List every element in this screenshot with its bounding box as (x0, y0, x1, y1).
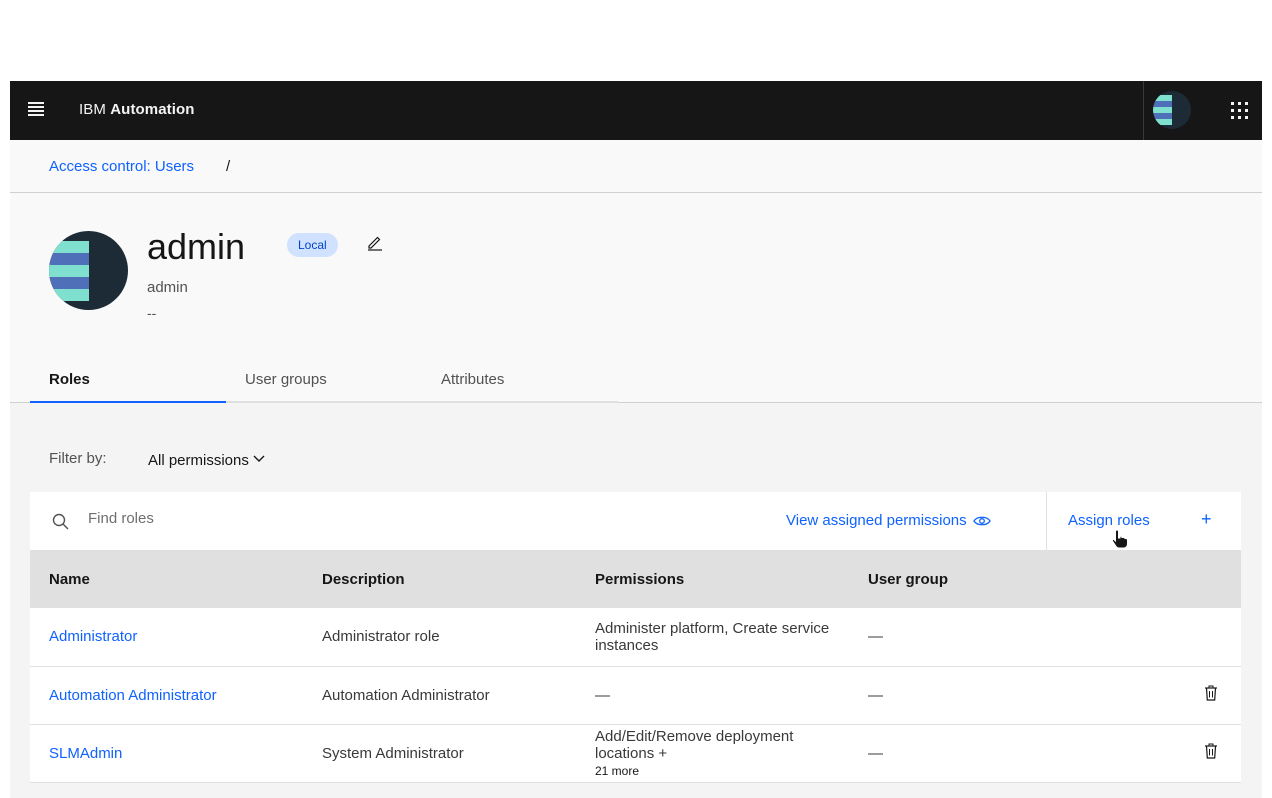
pencil-edit-icon[interactable] (366, 233, 386, 253)
filter-bar: Filter by: All permissions (49, 450, 265, 469)
role-permissions: Add/Edit/Remove deployment locations + (595, 728, 794, 762)
role-description: Automation Administrator (322, 686, 490, 704)
row-actions (1181, 666, 1241, 724)
filter-value: All permissions (148, 452, 249, 469)
view-assigned-permissions-link[interactable]: View assigned permissions (786, 512, 991, 529)
role-user-group: — (868, 744, 883, 762)
more-permissions-link[interactable]: 21 more (595, 764, 849, 778)
header-divider (1143, 81, 1144, 140)
assign-roles-label: Assign roles (1068, 512, 1150, 529)
role-name-link[interactable]: Administrator (30, 608, 303, 666)
column-header-description: Description (322, 570, 405, 588)
assign-roles-button[interactable]: Assign roles + (1047, 492, 1241, 550)
table-row: Automation Administrator Automation Admi… (30, 666, 1241, 724)
breadcrumb-separator: / (226, 158, 231, 175)
user-type-badge: Local (287, 233, 338, 257)
tab-user-groups[interactable]: User groups (226, 361, 422, 403)
role-permissions-cell: Add/Edit/Remove deployment locations + 21… (576, 724, 849, 782)
tab-roles[interactable]: Roles (30, 361, 226, 403)
table-row: SLMAdmin System Administrator Add/Edit/R… (30, 724, 1241, 782)
user-email: admin (147, 279, 188, 296)
table-row: Administrator Administrator role Adminis… (30, 608, 1241, 666)
user-detail-empty: -- (147, 305, 157, 321)
user-header: admin Local admin -- Roles User groups A… (10, 193, 1262, 403)
user-avatar-menu[interactable] (1153, 91, 1191, 129)
column-header-name: Name (49, 570, 90, 588)
column-header-actions (1181, 550, 1241, 608)
hamburger-menu-icon[interactable] (26, 100, 48, 122)
table-header-row: Name Description Permissions User group (30, 550, 1241, 608)
breadcrumb-link-users[interactable]: Access control: Users (49, 158, 194, 175)
mouse-pointer-icon (1111, 529, 1128, 549)
trash-icon[interactable] (1203, 685, 1219, 701)
add-icon: + (1201, 509, 1212, 529)
top-navigation-bar: IBM Automation (10, 81, 1262, 140)
column-header-permissions: Permissions (595, 570, 685, 588)
user-avatar (49, 231, 128, 310)
column-header-user-group: User group (868, 570, 949, 588)
product-name: IBM Automation (79, 101, 195, 118)
eye-icon (972, 516, 991, 526)
roles-table: Name Description Permissions User group … (30, 550, 1241, 783)
table-toolbar: View assigned permissions Assign roles + (30, 492, 1241, 550)
role-name-link[interactable]: SLMAdmin (30, 724, 303, 782)
page-content: Access control: Users / admin Local admi… (10, 140, 1262, 798)
tab-attributes[interactable]: Attributes (422, 361, 618, 403)
trash-icon[interactable] (1203, 743, 1219, 759)
user-name-title: admin (147, 226, 246, 267)
tab-attributes-label: Attributes (441, 371, 505, 388)
filter-label: Filter by: (49, 450, 107, 467)
breadcrumb: Access control: Users / (10, 140, 1262, 193)
row-actions (1181, 724, 1241, 782)
role-permissions: — (595, 686, 610, 704)
permissions-filter-dropdown[interactable]: All permissions (148, 450, 265, 469)
role-description: Administrator role (322, 628, 440, 646)
role-permissions: Administer platform, Create service inst… (595, 619, 830, 654)
app-switcher-icon[interactable] (1229, 100, 1251, 122)
row-actions (1181, 608, 1241, 666)
role-name-link[interactable]: Automation Administrator (30, 666, 303, 724)
role-user-group: — (868, 686, 883, 704)
chevron-down-icon (253, 450, 265, 467)
view-permissions-label: View assigned permissions (786, 512, 967, 529)
role-description: System Administrator (322, 744, 464, 762)
role-user-group: — (868, 628, 883, 646)
search-icon (52, 513, 70, 531)
find-roles-input[interactable] (88, 510, 488, 527)
